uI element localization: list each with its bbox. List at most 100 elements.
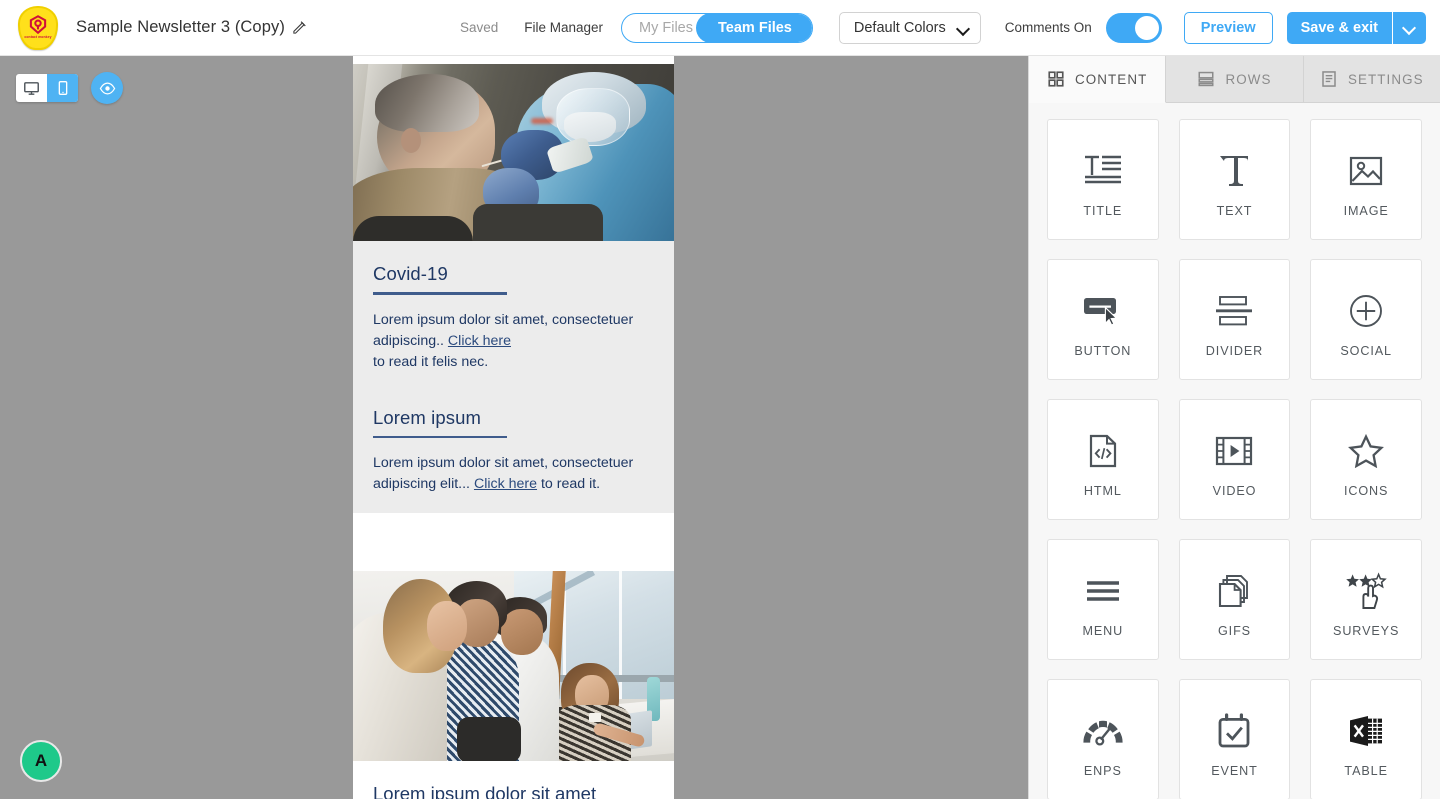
film-play-icon — [1215, 422, 1253, 480]
brand-logo[interactable]: contact monkey — [16, 5, 60, 50]
content-tile-divider[interactable]: DIVIDER — [1178, 259, 1291, 380]
tile-label: GIFS — [1217, 623, 1251, 638]
email-section-2: Lorem ipsum Lorem ipsum dolor sit amet, … — [373, 407, 654, 496]
email-spacer-block[interactable] — [353, 513, 674, 572]
save-button-group: Save & exit — [1286, 11, 1426, 44]
device-preview-toolbar — [16, 72, 123, 104]
content-blocks-grid: TITLE TEXT IMAGE BUTTON DIVIDER SOCIAL H… — [1029, 103, 1440, 799]
tile-label: BUTTON — [1074, 343, 1132, 358]
content-tile-button[interactable]: BUTTON — [1047, 259, 1159, 380]
email-bottom-heading[interactable]: Lorem ipsum dolor sit amet — [353, 761, 674, 799]
content-tile-table[interactable]: TABLE — [1310, 679, 1422, 799]
tab-content[interactable]: CONTENT — [1029, 56, 1167, 103]
chevron-down-icon — [1404, 24, 1415, 31]
picture-frame-icon — [1349, 142, 1383, 200]
email-image-block-2[interactable] — [353, 571, 674, 762]
section-heading: Covid-19 — [373, 263, 448, 284]
tile-label: IMAGE — [1343, 203, 1389, 218]
content-tile-gifs[interactable]: GIFS — [1178, 539, 1291, 660]
stars-hand-icon — [1345, 562, 1387, 620]
tile-label: TABLE — [1344, 763, 1388, 778]
tab-rows[interactable]: ROWS — [1166, 56, 1304, 103]
device-toggle-group — [16, 74, 78, 102]
right-sidebar-panel: CONTENT ROWS SETTINGS TITLE TEXT IMAGE B… — [1028, 56, 1440, 799]
tile-label: EVENT — [1211, 763, 1258, 778]
content-tile-surveys[interactable]: SURVEYS — [1310, 539, 1422, 660]
section-paragraph: Lorem ipsum dolor sit amet, consectetuer… — [373, 453, 654, 495]
page-title: Sample Newsletter 3 (Copy) — [76, 18, 307, 37]
toggle-knob — [1134, 15, 1159, 40]
color-scheme-value: Default Colors — [853, 19, 946, 36]
content-tile-enps[interactable]: ENPS — [1047, 679, 1159, 799]
plus-circle-icon — [1349, 282, 1383, 340]
content-tile-video[interactable]: VIDEO — [1178, 399, 1291, 520]
tile-label: DIVIDER — [1205, 343, 1264, 358]
gauge-meter-icon — [1081, 702, 1125, 760]
tile-label: SOCIAL — [1340, 343, 1392, 358]
tile-label: ENPS — [1083, 763, 1122, 778]
team-files-option[interactable]: Team Files — [696, 13, 812, 42]
content-tile-menu[interactable]: MENU — [1047, 539, 1159, 660]
save-and-exit-button[interactable]: Save & exit — [1286, 11, 1392, 44]
background-red-light — [531, 118, 553, 124]
paragraph-text-after: to read it felis nec. — [373, 353, 489, 370]
logo-wordmark: contact monkey — [24, 35, 52, 40]
content-tile-title[interactable]: TITLE — [1047, 119, 1159, 240]
click-here-link[interactable]: Click here — [448, 333, 511, 349]
face-mask — [564, 112, 616, 142]
stacked-pages-icon — [1218, 562, 1250, 620]
steering-wheel — [353, 216, 473, 241]
tab-settings[interactable]: SETTINGS — [1303, 56, 1440, 103]
preview-top-spacer — [353, 56, 674, 64]
serif-t-icon — [1214, 142, 1254, 200]
pencil-edit-icon[interactable] — [292, 20, 307, 35]
content-tile-html[interactable]: HTML — [1047, 399, 1159, 520]
title-text-icon — [1083, 142, 1123, 200]
section-paragraph: Lorem ipsum dolor sit amet, consectetuer… — [373, 310, 654, 373]
tile-label: HTML — [1083, 483, 1122, 498]
rows-layout-icon — [1197, 70, 1215, 88]
contact-monkey-logo-icon: contact monkey — [18, 5, 58, 50]
content-tile-text[interactable]: TEXT — [1178, 119, 1291, 240]
button-cursor-icon — [1083, 282, 1123, 340]
email-image-block-1[interactable] — [353, 64, 674, 241]
document-title-text: Sample Newsletter 3 (Copy) — [76, 18, 285, 36]
content-tile-icons[interactable]: ICONS — [1310, 399, 1422, 520]
name-badge — [589, 713, 601, 723]
avatar[interactable]: A — [20, 740, 62, 782]
document-lines-icon — [1320, 70, 1338, 88]
email-section-1: Covid-19 Lorem ipsum dolor sit amet, con… — [373, 263, 654, 373]
calendar-check-icon — [1217, 702, 1251, 760]
color-scheme-select[interactable]: Default Colors — [838, 11, 981, 44]
monkey-phone-mark-icon — [28, 15, 48, 35]
files-scope-toggle[interactable]: My Files Team Files — [621, 12, 813, 43]
tile-label: VIDEO — [1212, 483, 1257, 498]
eye-preview-icon[interactable] — [91, 72, 123, 104]
star-outline-icon — [1348, 422, 1385, 480]
excel-table-icon — [1348, 702, 1384, 760]
panel-tabs: CONTENT ROWS SETTINGS — [1029, 56, 1440, 103]
content-tile-social[interactable]: SOCIAL — [1310, 259, 1422, 380]
content-tile-image[interactable]: IMAGE — [1310, 119, 1422, 240]
comments-toggle-label: Comments On — [1004, 20, 1092, 35]
mobile-phone-icon[interactable] — [47, 74, 78, 102]
chevron-down-icon — [958, 24, 969, 31]
save-options-dropdown-button[interactable] — [1392, 11, 1426, 44]
desktop-monitor-icon[interactable] — [16, 74, 47, 102]
preview-button[interactable]: Preview — [1183, 11, 1273, 44]
tab-label: CONTENT — [1074, 71, 1148, 87]
editor-canvas-stage: Covid-19 Lorem ipsum dolor sit amet, con… — [0, 56, 1028, 799]
header-center-controls: Saved File Manager My Files Team Files — [460, 12, 813, 43]
heading-underline-rule — [373, 435, 507, 439]
file-manager-link[interactable]: File Manager — [524, 20, 603, 35]
email-text-card[interactable]: Covid-19 Lorem ipsum dolor sit amet, con… — [353, 241, 674, 514]
office-chair-front — [457, 717, 521, 762]
click-here-link[interactable]: Click here — [474, 476, 537, 492]
heading-underline-rule — [373, 292, 507, 295]
comments-toggle-switch[interactable] — [1105, 12, 1162, 43]
divider-lines-icon — [1215, 282, 1253, 340]
top-header-bar: contact monkey Sample Newsletter 3 (Copy… — [0, 0, 1440, 56]
content-tile-event[interactable]: EVENT — [1178, 679, 1291, 799]
patient-hair — [375, 74, 479, 132]
tile-label: ICONS — [1343, 483, 1389, 498]
